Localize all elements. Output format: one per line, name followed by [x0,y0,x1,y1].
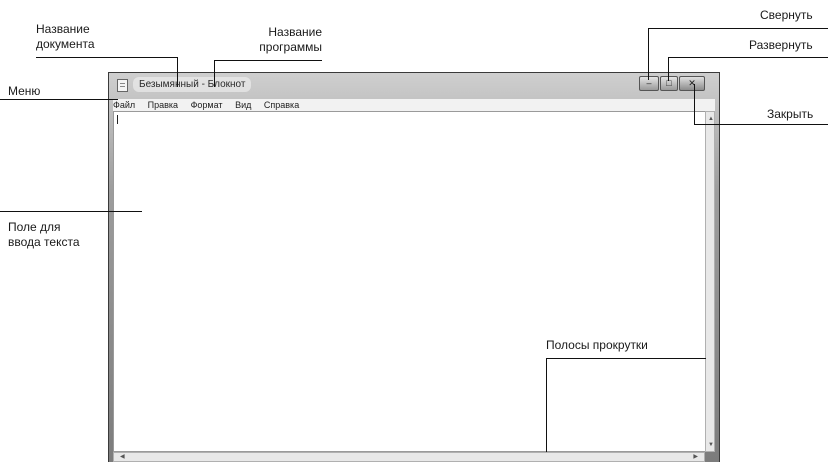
callout-scrollbars: Полосы прокрутки [546,338,648,352]
notepad-icon[interactable] [117,79,128,92]
minimize-button[interactable]: – [639,76,659,91]
vertical-scrollbar[interactable]: ▲ ▼ [705,111,715,452]
scroll-left-icon[interactable]: ◀ [120,454,125,460]
scroll-right-icon[interactable]: ▶ [693,454,698,460]
leader-line [668,57,828,58]
menu-item-help[interactable]: Справка [264,100,299,110]
menu-bar: Файл Правка Формат Вид Справка [113,99,715,111]
scroll-down-icon[interactable]: ▼ [708,442,714,448]
leader-line [177,57,178,87]
leader-line [214,60,322,61]
leader-line [546,358,706,359]
leader-line [214,60,215,87]
callout-maximize: Развернуть [749,38,813,52]
callout-document-name: Название документа [36,22,95,51]
leader-line [0,99,118,100]
leader-line [36,57,178,58]
scroll-up-icon[interactable]: ▲ [708,116,714,122]
title-bar[interactable]: Безымянный - Блокнот – □ ✕ [109,73,719,97]
menu-item-format[interactable]: Формат [191,100,223,110]
callout-menu: Меню [8,84,41,98]
horizontal-scrollbar[interactable]: ◀ ▶ [113,452,705,462]
leader-line [0,211,142,212]
maximize-button[interactable]: □ [660,76,678,91]
callout-program-name: Название программы [259,25,322,54]
menu-item-view[interactable]: Вид [235,100,251,110]
leader-line [546,358,547,452]
leader-line [694,84,695,125]
callout-text-field: Поле для ввода текста [8,220,80,249]
text-caret [117,115,118,124]
menu-item-file[interactable]: Файл [113,100,135,110]
leader-line [668,57,669,81]
close-button[interactable]: ✕ [679,76,705,91]
leader-line [694,124,828,125]
menu-item-edit[interactable]: Правка [148,100,178,110]
text-area[interactable] [113,111,707,452]
notepad-window: Безымянный - Блокнот – □ ✕ Файл Правка Ф… [108,72,720,462]
leader-line [648,28,828,29]
window-title: Безымянный - Блокнот [133,77,252,92]
callout-minimize: Свернуть [760,8,813,22]
callout-close: Закрыть [767,107,814,121]
leader-line [648,28,649,80]
